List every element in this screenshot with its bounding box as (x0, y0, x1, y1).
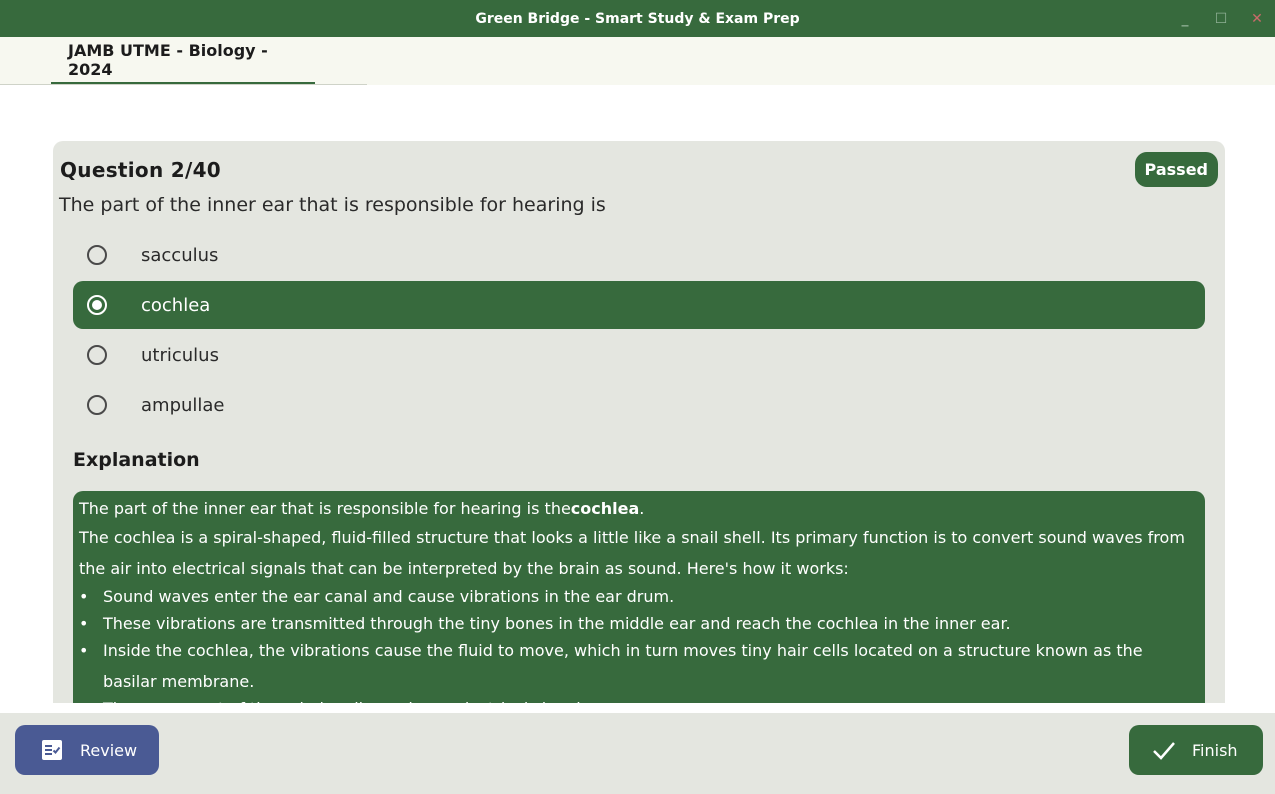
question-card: Question 2/40 Passed The part of the inn… (53, 141, 1225, 703)
answer-options: sacculus cochlea utriculus ampullae (73, 231, 1205, 431)
radio-button[interactable] (87, 395, 107, 415)
finish-button[interactable]: Finish (1129, 725, 1263, 775)
question-text: The part of the inner ear that is respon… (59, 194, 606, 216)
checklist-icon (40, 738, 64, 762)
window-title: Green Bridge - Smart Study & Exam Prep (475, 10, 800, 27)
close-button[interactable]: ✕ (1239, 0, 1275, 37)
explanation-lead: The part of the inner ear that is respon… (79, 496, 1199, 522)
tab-bar: JAMB UTME - Biology - 2024 (0, 37, 1275, 85)
question-number: Question 2/40 (60, 158, 222, 182)
title-bar: Green Bridge - Smart Study & Exam Prep _… (0, 0, 1275, 37)
list-item: Inside the cochlea, the vibrations cause… (79, 635, 1199, 697)
minimize-button[interactable]: _ (1167, 0, 1203, 37)
radio-button-selected[interactable] (87, 295, 107, 315)
explanation-box: The part of the inner ear that is respon… (73, 491, 1205, 703)
explanation-paragraph: The cochlea is a spiral-shaped, fluid-fi… (79, 528, 1185, 578)
review-button[interactable]: Review (15, 725, 159, 775)
radio-button[interactable] (87, 345, 107, 365)
explanation-lead-text: The part of the inner ear that is respon… (79, 499, 571, 518)
explanation-title: Explanation (73, 449, 200, 471)
option-cochlea[interactable]: cochlea (73, 281, 1205, 329)
option-label: ampullae (141, 394, 225, 416)
finish-label: Finish (1192, 740, 1238, 760)
option-ampullae[interactable]: ampullae (73, 381, 1205, 429)
explanation-bullets: Sound waves enter the ear canal and caus… (79, 581, 1199, 703)
window-controls: _ ☐ ✕ (1167, 0, 1275, 37)
tab-divider (0, 84, 367, 85)
option-label: cochlea (141, 294, 211, 316)
explanation-answer: cochlea (570, 499, 640, 518)
review-label: Review (80, 740, 138, 760)
option-sacculus[interactable]: sacculus (73, 231, 1205, 279)
status-badge: Passed (1134, 152, 1218, 187)
radio-button[interactable] (87, 245, 107, 265)
option-label: utriculus (141, 344, 219, 366)
bottom-bar: Review Finish (0, 713, 1275, 794)
maximize-button[interactable]: ☐ (1203, 0, 1239, 37)
tab-exam[interactable]: JAMB UTME - Biology - 2024 (51, 37, 315, 85)
option-utriculus[interactable]: utriculus (73, 331, 1205, 379)
checkmark-icon (1152, 738, 1176, 762)
option-label: sacculus (141, 244, 219, 266)
list-item: The movement of these hair cells produce… (79, 693, 1199, 703)
explanation-lead-end: . (639, 499, 645, 518)
